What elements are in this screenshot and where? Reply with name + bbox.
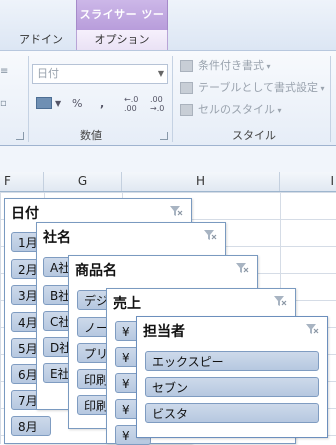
- column-header-g[interactable]: G: [44, 172, 122, 191]
- slicer-item[interactable]: セブン: [145, 377, 319, 397]
- table-icon: [180, 82, 193, 94]
- decrease-decimal-button[interactable]: .00 →.0: [150, 95, 164, 113]
- slicer-title: 担当者: [143, 324, 185, 340]
- styles-group-label: スタイル: [232, 129, 276, 142]
- slicer-title: 売上: [113, 296, 141, 312]
- clear-filter-icon[interactable]: [273, 295, 287, 307]
- group-separator: [330, 56, 331, 142]
- tab-options[interactable]: オプション: [76, 30, 168, 50]
- align-icon[interactable]: ≡: [0, 66, 12, 78]
- clear-filter-icon[interactable]: [305, 323, 319, 335]
- clear-filter-icon[interactable]: [203, 229, 217, 241]
- group-separator: [28, 56, 29, 142]
- tab-addin[interactable]: アドイン: [6, 30, 76, 50]
- number-format-value: 日付: [37, 67, 59, 80]
- format-as-table-button[interactable]: テーブルとして書式設定 ▾: [180, 79, 325, 97]
- group-separator: [172, 56, 173, 142]
- cell-styles-icon: [180, 104, 193, 116]
- column-header-i[interactable]: I: [280, 172, 336, 191]
- chevron-down-icon[interactable]: ▼: [158, 65, 164, 83]
- slicer-item[interactable]: エックスピー: [145, 351, 319, 371]
- column-header-bar: F G H I: [0, 172, 336, 192]
- clear-filter-icon[interactable]: [235, 262, 249, 274]
- slicer-header[interactable]: 社名: [37, 223, 225, 251]
- number-format-combobox[interactable]: 日付 ▼: [32, 64, 168, 84]
- formula-bar-area: [0, 146, 336, 172]
- slicer-title: 社名: [43, 230, 71, 246]
- number-dialog-launcher-icon[interactable]: [160, 132, 168, 140]
- slicer-staff[interactable]: 担当者 エックスピー セブン ビスタ: [136, 316, 328, 438]
- slicer-header[interactable]: 担当者: [137, 317, 327, 345]
- column-header-f[interactable]: F: [0, 172, 44, 191]
- clear-filter-icon[interactable]: [169, 205, 183, 217]
- conditional-formatting-icon: [180, 60, 193, 72]
- column-header-h[interactable]: H: [122, 172, 280, 191]
- increase-decimal-button[interactable]: ←.0 .00: [124, 95, 138, 113]
- slicer-item[interactable]: 8月: [11, 416, 51, 436]
- conditional-formatting-button[interactable]: 条件付き書式 ▾: [180, 57, 271, 75]
- merge-icon[interactable]: ▫: [0, 98, 12, 110]
- percent-style-button[interactable]: %: [72, 95, 82, 113]
- slicer-title: 日付: [11, 206, 39, 222]
- comma-style-button[interactable]: ,: [100, 95, 104, 113]
- chevron-down-icon[interactable]: ▼: [55, 95, 61, 113]
- slicer-item[interactable]: ビスタ: [145, 403, 319, 423]
- slicer-header[interactable]: 商品名: [69, 256, 257, 284]
- slicer-header[interactable]: 売上: [107, 289, 295, 317]
- slicer-title: 商品名: [75, 263, 117, 279]
- slicer-tools-contextual-header: スライサー ツール: [76, 0, 168, 51]
- alignment-dialog-launcher-icon[interactable]: [16, 132, 24, 140]
- cell-styles-button[interactable]: セルのスタイル ▾: [180, 101, 282, 119]
- number-group-label: 数値: [80, 129, 102, 142]
- currency-format-icon[interactable]: [36, 97, 52, 109]
